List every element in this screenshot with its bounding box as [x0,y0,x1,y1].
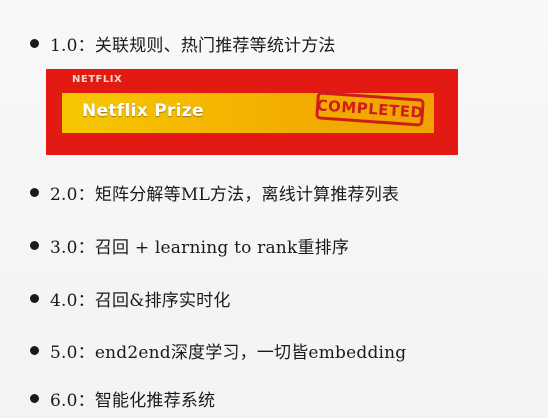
bullet-text: 3.0：召回 + learning to rank重排序 [50,237,350,258]
bullet-dot-icon [30,187,39,197]
bullet-item-1: 1.0：关联规则、热门推荐等统计方法 [30,29,336,57]
bullet-item-4: 4.0：召回&排序实时化 [30,284,231,312]
netflix-logo: NETFLIX [72,74,123,85]
bullet-dot-icon [30,38,39,48]
prize-title: Netflix Prize [82,101,204,121]
slide: 1.0：关联规则、热门推荐等统计方法 NETFLIX Netflix Prize… [0,0,548,418]
bullet-text: 4.0：召回&排序实时化 [50,290,231,311]
bullet-item-2: 2.0：矩阵分解等ML方法，离线计算推荐列表 [30,178,399,206]
completed-stamp: COMPLETED [315,91,425,127]
bullet-dot-icon [30,345,39,355]
bullet-dot-icon [30,240,39,250]
bullet-text: 1.0：关联规则、热门推荐等统计方法 [50,35,336,56]
bullet-dot-icon [30,293,39,303]
banner-strip: Netflix Prize COMPLETED [62,91,434,133]
bullet-item-6: 6.0：智能化推荐系统 [30,384,215,412]
bullet-item-3: 3.0：召回 + learning to rank重排序 [30,231,349,259]
bullet-text: 6.0：智能化推荐系统 [50,390,216,411]
bullet-dot-icon [30,393,39,403]
bullet-item-5: 5.0：end2end深度学习，一切皆embedding [30,336,406,364]
bullet-text: 5.0：end2end深度学习，一切皆embedding [50,342,407,363]
bullet-text: 2.0：矩阵分解等ML方法，离线计算推荐列表 [50,184,400,205]
netflix-prize-banner: NETFLIX Netflix Prize COMPLETED [46,69,458,155]
